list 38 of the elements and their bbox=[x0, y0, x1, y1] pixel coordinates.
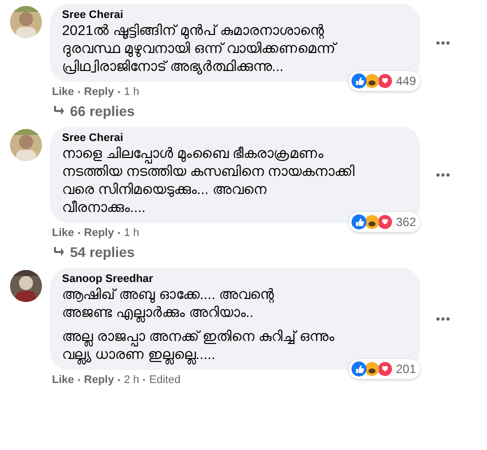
more-options-icon[interactable] bbox=[436, 317, 450, 321]
reactions-icon bbox=[350, 214, 393, 230]
separator-dot bbox=[78, 232, 80, 234]
like-link[interactable]: Like bbox=[52, 374, 74, 386]
reactions-badge[interactable]: 362 bbox=[348, 212, 420, 232]
author-name: Sree Cherai bbox=[62, 9, 124, 21]
comment-text: 2021ൽ ഷൂട്ടിങ്ങിന് മുൻപ് കുമാരനാശാന്റെ ദുരവസ്ഥ മുഴുവനായി ഒന്ന് വായിക്കണമെന്ന് പ്രിഥ്വിരാജിനോട് അഭ്യർത്ഥിക്കുന്നു... bbox=[62, 21, 338, 75]
author-name: Sanoop Sreedhar bbox=[62, 273, 154, 285]
reply-arrow-icon bbox=[52, 106, 64, 116]
timestamp[interactable]: 1 h bbox=[124, 86, 140, 98]
reply-arrow-icon bbox=[52, 247, 64, 257]
like-link[interactable]: Like bbox=[52, 227, 74, 239]
reaction-count: 201 bbox=[396, 362, 416, 376]
reactions-icon bbox=[350, 73, 393, 89]
separator-dot bbox=[78, 379, 80, 381]
more-options-icon[interactable] bbox=[436, 173, 450, 177]
view-replies-link[interactable]: 54 replies bbox=[50, 239, 450, 266]
author-name: Sree Cherai bbox=[62, 132, 124, 144]
separator-dot bbox=[118, 91, 120, 93]
like-link[interactable]: Like bbox=[52, 86, 74, 98]
separator-dot bbox=[78, 91, 80, 93]
reply-link[interactable]: Reply bbox=[84, 374, 114, 386]
reply-link[interactable]: Reply bbox=[84, 227, 114, 239]
timestamp[interactable]: 2 h bbox=[124, 374, 140, 386]
more-options-icon[interactable] bbox=[436, 41, 450, 45]
reactions-icon bbox=[350, 361, 393, 377]
view-replies-link[interactable]: 66 replies bbox=[50, 98, 450, 125]
separator-dot bbox=[118, 379, 120, 381]
edited-label: Edited bbox=[149, 374, 180, 386]
reactions-badge[interactable]: 201 bbox=[348, 359, 420, 379]
timestamp[interactable]: 1 h bbox=[124, 227, 140, 239]
reaction-count: 362 bbox=[396, 215, 416, 229]
reactions-badge[interactable]: 449 bbox=[348, 71, 420, 91]
reaction-count: 449 bbox=[396, 74, 416, 88]
separator-dot bbox=[143, 379, 146, 381]
reply-link[interactable]: Reply bbox=[84, 86, 114, 98]
comment-text: ആഷിഖ് അബു ഓക്കേ.... അവന്റെ അജണ്ട എല്ലാർക്കും അറിയാം.. bbox=[62, 285, 408, 321]
separator-dot bbox=[118, 232, 120, 234]
